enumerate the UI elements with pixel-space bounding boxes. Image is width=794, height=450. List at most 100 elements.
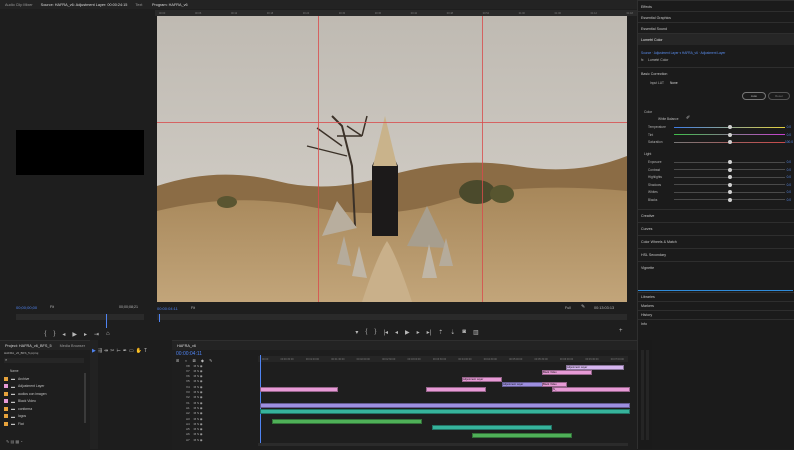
timeline-timecode[interactable]: 00:00:04:11 [176,351,202,357]
light-header[interactable]: Light [644,152,651,156]
light-row[interactable]: Whites 0.0 [648,189,791,195]
color-row[interactable]: Temperature 0.0 [648,124,791,130]
color-slider-track[interactable] [674,125,785,129]
track-toggle-icons[interactable]: M S ◉ [194,401,203,405]
program-playhead[interactable] [159,314,160,322]
light-slider-knob[interactable] [727,175,732,179]
timeline-ruler[interactable]: 00:00 00:00:30:00 00:01:00:00 00:01:30:00 00… [258,356,628,362]
track-header[interactable]: A6 M S ◉ [172,432,238,437]
rectangle-icon[interactable]: ▭ [129,348,136,354]
step-forward-icon[interactable]: ▸ [417,329,420,336]
mark-out-icon[interactable]: } [53,331,55,337]
light-slider-knob[interactable] [727,182,732,187]
lumetri-source-line[interactable]: Source · Adjustment Layer ▾ HAFRA_v6 · A… [641,51,725,55]
track-header[interactable]: V4 M S ◉ [172,384,238,389]
color-row[interactable]: Saturation 100.0 [648,139,793,145]
step-back-icon[interactable]: ◂ [62,331,65,338]
bottom-section-0[interactable]: Libraries [638,292,794,301]
track-header[interactable]: V5 M S ◉ [172,379,238,384]
track-toggle-icons[interactable]: M S ◉ [194,374,203,378]
play-icon[interactable]: ▶ [405,329,410,336]
program-fit-select[interactable]: Fit [191,306,195,310]
project-bin-item[interactable]: ▬ Flat [4,420,78,427]
source-tab[interactable]: Audio Clip Mixer [5,3,33,7]
project-scrollbar[interactable] [84,373,86,423]
source-tab[interactable]: Source: HAFRA_v6: Adjustment Layer: 00:0… [41,3,128,7]
light-value[interactable]: 0.0 [785,175,791,179]
timeline-clip[interactable] [426,387,486,392]
color-value[interactable]: 0.0 [785,125,791,129]
timeline-clip[interactable] [260,403,630,408]
light-slider-track[interactable] [674,190,785,194]
camera-icon[interactable]: ⌂ [106,331,110,337]
light-slider-track[interactable] [674,197,785,202]
source-fit-select[interactable]: Fit [50,305,54,309]
source-tab[interactable]: Text [135,3,142,7]
track-header[interactable]: A4 M S ◉ [172,421,238,426]
lumetri-section-3[interactable]: HSL Secondary [638,248,794,260]
project-bin-item[interactable]: ▬ Black Video [4,398,78,405]
track-toggle-icons[interactable]: M S ◉ [194,432,203,436]
extract-icon[interactable]: ⇣ [450,329,455,336]
marker-icon[interactable]: ▾ [355,329,358,336]
timeline-playhead[interactable] [260,355,261,445]
insert-icon[interactable]: ⇥ [94,331,99,338]
track-header[interactable]: A3 M S ◉ [172,416,238,421]
auto-button[interactable]: Auto [742,92,766,100]
project-bin-item[interactable]: ▬ Adjustment Layer [4,383,78,390]
track-toggle-icons[interactable]: M S ◉ [194,369,203,373]
project-bin-item[interactable]: ▬ conforma [4,405,78,412]
timeline-scrollbar[interactable] [258,443,628,446]
project-search-input[interactable] [4,358,84,363]
project-bin-item[interactable]: ▬ logos [4,413,78,420]
track-header[interactable]: A7 M S ◉ [172,437,238,442]
type-icon[interactable]: T [144,348,149,354]
play-icon[interactable]: ▶ [72,331,77,338]
effects-section-3[interactable]: Lumetri Color [638,33,794,45]
timeline-clip[interactable]: Adjustment Layer [462,377,502,382]
timeline-clip[interactable] [272,419,422,424]
track-toggle-icons[interactable]: M S ◉ [194,364,203,368]
timeline-clip[interactable] [472,433,572,438]
light-slider-knob[interactable] [727,190,732,194]
track-toggle-icons[interactable]: M S ◉ [194,417,203,421]
track-header[interactable]: A2 M S ◉ [172,411,238,416]
track-header[interactable]: V7 M S ◉ [172,368,238,373]
track-header[interactable]: A1 M S ◉ [172,405,238,410]
color-slider-knob[interactable] [727,132,732,137]
fx-name[interactable]: Lumetri Color [648,58,668,62]
light-slider-track[interactable] [674,160,785,164]
mark-in-icon[interactable]: { [365,329,367,335]
color-value[interactable]: 0.0 [785,133,791,137]
basic-correction-header[interactable]: Basic Correction [638,67,794,79]
timeline-clip[interactable] [432,425,552,430]
timeline-clip[interactable]: fx_ [552,387,630,392]
color-slider-track[interactable] [674,140,785,144]
project-tab[interactable]: Project: HAFRA_v6_BFS_5 [5,344,52,348]
timeline-tab[interactable]: HAFRA_v6 [177,344,196,348]
track-toggle-icons[interactable]: M S ◉ [194,438,203,442]
project-bin-item[interactable]: ▬ audios con imagen [4,390,78,397]
color-value[interactable]: 100.0 [785,140,793,144]
timeline-clip[interactable] [260,409,630,414]
track-header[interactable]: A5 M S ◉ [172,427,238,432]
track-header[interactable]: V2 M S ◉ [172,395,238,400]
track-toggle-icons[interactable]: M S ◉ [194,385,203,389]
track-toggle-icons[interactable]: M S ◉ [194,395,203,399]
program-resolution-select[interactable]: Full [565,306,571,310]
project-bin-item[interactable]: ▬ Archive [4,375,78,382]
input-lut-select[interactable]: None [670,81,678,85]
mark-in-icon[interactable]: { [44,331,46,337]
reset-button[interactable]: Reset [768,92,790,100]
lumetri-section-1[interactable]: Curves [638,222,794,234]
lumetri-section-0[interactable]: Creative [638,209,794,221]
hand-icon[interactable]: ✋ [136,348,144,354]
track-header[interactable]: V8 M S ◉ [172,363,238,368]
bottom-section-3[interactable]: Info [638,319,794,328]
color-header[interactable]: Color [644,110,652,114]
track-toggle-icons[interactable]: M S ◉ [194,422,203,426]
color-row[interactable]: Tint 0.0 [648,132,791,138]
light-value[interactable]: 0.0 [785,168,791,172]
step-forward-icon[interactable]: ▸ [84,331,87,338]
light-row[interactable]: Contrast 0.0 [648,167,791,173]
